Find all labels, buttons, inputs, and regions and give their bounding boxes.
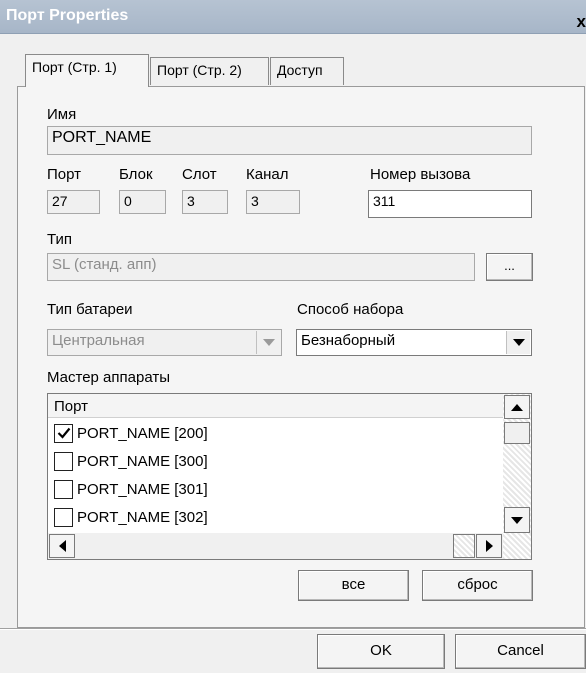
dial-method-value: Безнаборный	[301, 332, 396, 349]
battery-type-select[interactable]: Центральная	[47, 329, 282, 356]
scroll-track-end	[453, 534, 475, 558]
channel-field[interactable]: 3	[246, 190, 300, 214]
vertical-scrollbar[interactable]	[503, 394, 531, 534]
tab-access[interactable]: Доступ	[270, 57, 344, 85]
list-item[interactable]: PORT_NAME [302]	[54, 505, 208, 529]
horizontal-scrollbar[interactable]	[48, 533, 503, 559]
tab-label: Порт (Стр. 1)	[32, 59, 117, 75]
properties-dialog: Порт Properties x Порт (Стр. 1) Порт (Ст…	[0, 0, 586, 673]
checkbox[interactable]	[54, 507, 73, 527]
master-devices-label: Мастер аппараты	[47, 369, 170, 386]
browse-type-button[interactable]: ...	[486, 253, 533, 281]
tab-label: Порт (Стр. 2)	[157, 62, 242, 78]
tab-port-page-1[interactable]: Порт (Стр. 1)	[25, 54, 149, 87]
checkbox[interactable]	[54, 479, 73, 499]
list-item[interactable]: PORT_NAME [301]	[54, 477, 208, 501]
master-devices-list[interactable]: Порт PORT_NAME [200] PORT_NAME [300] POR…	[47, 393, 532, 560]
list-item-label: PORT_NAME [301]	[77, 480, 208, 498]
tab-port-page-2[interactable]: Порт (Стр. 2)	[150, 57, 269, 85]
scroll-corner	[503, 533, 531, 559]
chevron-down-icon[interactable]	[506, 331, 530, 354]
cancel-button[interactable]: Cancel	[455, 634, 586, 669]
arrow-down-icon[interactable]	[504, 507, 530, 533]
type-label: Тип	[47, 231, 73, 248]
battery-type-value: Центральная	[52, 332, 145, 349]
tab-label: Доступ	[277, 62, 323, 78]
arrow-left-icon[interactable]	[49, 534, 75, 558]
close-icon[interactable]: x	[577, 12, 586, 32]
window-title: Порт Properties	[6, 7, 129, 24]
ok-button[interactable]: OK	[317, 634, 445, 669]
list-item[interactable]: PORT_NAME [300]	[54, 449, 208, 473]
list-item-label: PORT_NAME [300]	[77, 452, 208, 470]
checkbox[interactable]	[54, 423, 73, 443]
slot-field[interactable]: 3	[182, 190, 228, 214]
scroll-thumb[interactable]	[504, 422, 530, 444]
battery-type-label: Тип батареи	[47, 301, 133, 318]
dial-method-select[interactable]: Безнаборный	[296, 329, 532, 356]
name-label: Имя	[47, 106, 77, 123]
checkbox[interactable]	[54, 451, 73, 471]
call-number-label: Номер вызова	[370, 166, 471, 183]
port-field[interactable]: 27	[47, 190, 100, 214]
list-item-label: PORT_NAME [302]	[77, 508, 208, 526]
list-column-header[interactable]: Порт	[48, 394, 503, 418]
checkmark-icon	[57, 427, 70, 439]
divider	[0, 628, 586, 630]
dial-method-label: Способ набора	[297, 301, 404, 318]
select-all-button[interactable]: все	[298, 570, 409, 601]
call-number-input[interactable]: 311	[368, 190, 532, 218]
block-field[interactable]: 0	[119, 190, 166, 214]
block-label: Блок	[119, 166, 153, 183]
slot-label: Слот	[182, 166, 217, 183]
list-item[interactable]: PORT_NAME [200]	[54, 421, 208, 445]
arrow-right-icon[interactable]	[476, 534, 502, 558]
arrow-up-icon[interactable]	[504, 395, 530, 419]
channel-label: Канал	[246, 166, 289, 183]
name-field[interactable]: PORT_NAME	[47, 126, 532, 155]
reset-button[interactable]: сброс	[422, 570, 533, 601]
chevron-down-icon[interactable]	[256, 331, 280, 354]
port-label: Порт	[47, 166, 82, 183]
title-bar[interactable]: Порт Properties x	[0, 0, 586, 34]
type-field[interactable]: SL (станд. апп)	[47, 253, 475, 281]
list-item-label: PORT_NAME [200]	[77, 424, 208, 442]
